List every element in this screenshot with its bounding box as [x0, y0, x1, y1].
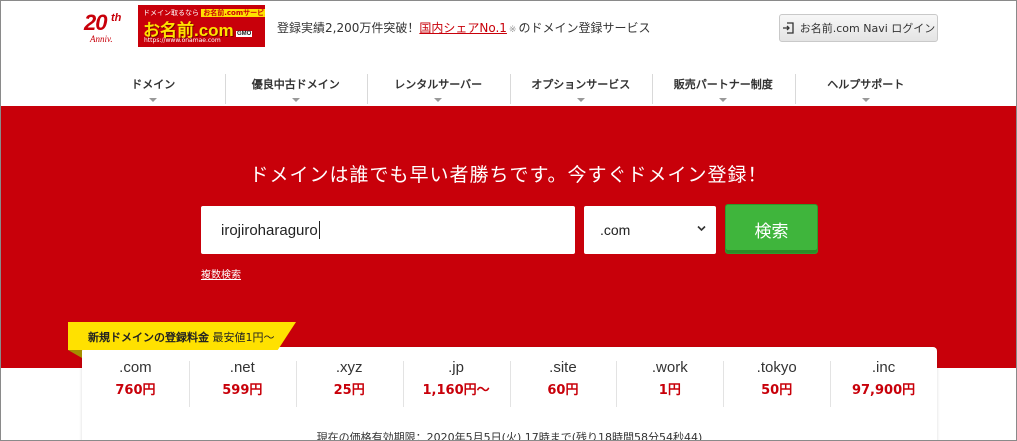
nav-item-used-domain[interactable]: 優良中古ドメイン	[224, 62, 368, 106]
tld-name: .xyz	[335, 359, 363, 376]
anniversary-suffix: th	[111, 12, 122, 24]
domain-search-value: irojiroharaguro	[221, 221, 318, 239]
nav-label: ヘルプサポート	[827, 78, 905, 91]
nav-item-option-service[interactable]: オプションサービス	[509, 62, 653, 106]
caret-down-icon	[576, 98, 585, 102]
tld-selected-value: .com	[600, 222, 631, 238]
tld-price: 25円	[333, 383, 365, 398]
site-header: 20 th Anniv. ドメイン取るなら お名前.comサービス お名前.co…	[0, 0, 1017, 52]
tld-name: .work	[651, 359, 688, 376]
logo-gmo: GMO	[236, 31, 253, 37]
tld-price: 599円	[222, 383, 263, 398]
anniversary-label: Anniv.	[90, 34, 113, 44]
price-item-net[interactable]: .net 599円	[188, 359, 296, 409]
price-item-site[interactable]: .site 60円	[509, 359, 617, 409]
logo-url: https://www.onamae.com	[144, 37, 221, 44]
chevron-down-icon	[697, 225, 706, 232]
tld-price: 1,160円〜	[422, 383, 490, 398]
tagline-separator: ※	[508, 25, 517, 35]
tld-price: 760円	[115, 383, 156, 398]
price-list: .com 760円 .net 599円 .xyz 25円 .jp 1,160円〜…	[82, 359, 937, 409]
price-banner-text: 新規ドメインの登録料金 最安値1円〜	[88, 329, 275, 345]
nav-label: ドメイン	[131, 78, 176, 91]
nav-label: レンタルサーバー	[394, 78, 483, 91]
price-panel: .com 760円 .net 599円 .xyz 25円 .jp 1,160円〜…	[82, 347, 937, 441]
banner-bold-text: 新規ドメインの登録料金	[88, 331, 209, 344]
tagline-suffix: のドメイン登録サービス	[518, 21, 651, 35]
tld-price: 60円	[547, 383, 579, 398]
tld-select[interactable]: .com	[584, 206, 716, 254]
site-logo[interactable]: ドメイン取るなら お名前.comサービス お名前.com GMO https:/…	[138, 5, 265, 47]
nav-label: オプションサービス	[531, 78, 631, 91]
tld-price: 97,900円	[851, 383, 916, 398]
nav-label: 販売パートナー制度	[673, 78, 773, 91]
multi-search-link[interactable]: 複数検索	[201, 266, 241, 281]
login-icon	[782, 22, 794, 34]
navi-login-button[interactable]: お名前.com Navi ログイン	[779, 14, 938, 42]
text-cursor	[318, 221, 320, 239]
login-label: お名前.com Navi ログイン	[799, 22, 936, 35]
caret-down-icon	[861, 98, 870, 102]
search-button[interactable]: 検索	[725, 204, 818, 254]
caret-down-icon	[149, 98, 158, 102]
price-item-xyz[interactable]: .xyz 25円	[295, 359, 403, 409]
nav-item-partner[interactable]: 販売パートナー制度	[652, 62, 795, 106]
anniversary-number: 20	[84, 10, 108, 35]
nav-item-help-support[interactable]: ヘルプサポート	[794, 62, 938, 106]
price-item-inc[interactable]: .inc 97,900円	[830, 359, 937, 409]
tld-name: .tokyo	[756, 359, 797, 376]
price-item-com[interactable]: .com 760円	[82, 359, 189, 409]
price-period-note: 現在の価格有効期限：2020年5月5日(火) 17時まで(残り18時間58分54…	[316, 431, 703, 441]
tld-name: .inc	[871, 359, 896, 376]
tagline-highlight-link[interactable]: 国内シェアNo.1	[419, 21, 507, 35]
price-item-tokyo[interactable]: .tokyo 50円	[723, 359, 830, 409]
tld-name: .jp	[448, 359, 464, 376]
tld-name: .com	[119, 359, 152, 376]
header-tagline: 登録実績2,200万件突破！国内シェアNo.1 ※ のドメイン登録サービス	[277, 19, 650, 36]
caret-down-icon	[291, 98, 300, 102]
nav-item-domain[interactable]: ドメイン	[82, 62, 225, 106]
tld-price: 1円	[658, 383, 681, 398]
price-item-work[interactable]: .work 1円	[616, 359, 723, 409]
price-item-jp[interactable]: .jp 1,160円〜	[402, 359, 510, 409]
tld-name: .site	[549, 359, 577, 376]
tld-name: .net	[229, 359, 255, 376]
nav-label: 優良中古ドメイン	[251, 78, 340, 91]
banner-rest-text: 最安値1円〜	[212, 331, 275, 344]
tagline-prefix: 登録実績2,200万件突破！	[277, 21, 420, 35]
nav-item-rental-server[interactable]: レンタルサーバー	[367, 62, 510, 106]
caret-down-icon	[434, 98, 443, 102]
main-nav: ドメイン 優良中古ドメイン レンタルサーバー オプションサービス 販売パートナー…	[82, 62, 937, 106]
caret-down-icon	[719, 98, 728, 102]
domain-search-input[interactable]: irojiroharaguro	[201, 206, 575, 254]
tld-price: 50円	[761, 383, 793, 398]
anniversary-badge: 20 th Anniv.	[84, 6, 130, 48]
hero-title: ドメインは誰でも早い者勝ちです。今すぐドメイン登録！	[249, 164, 768, 186]
